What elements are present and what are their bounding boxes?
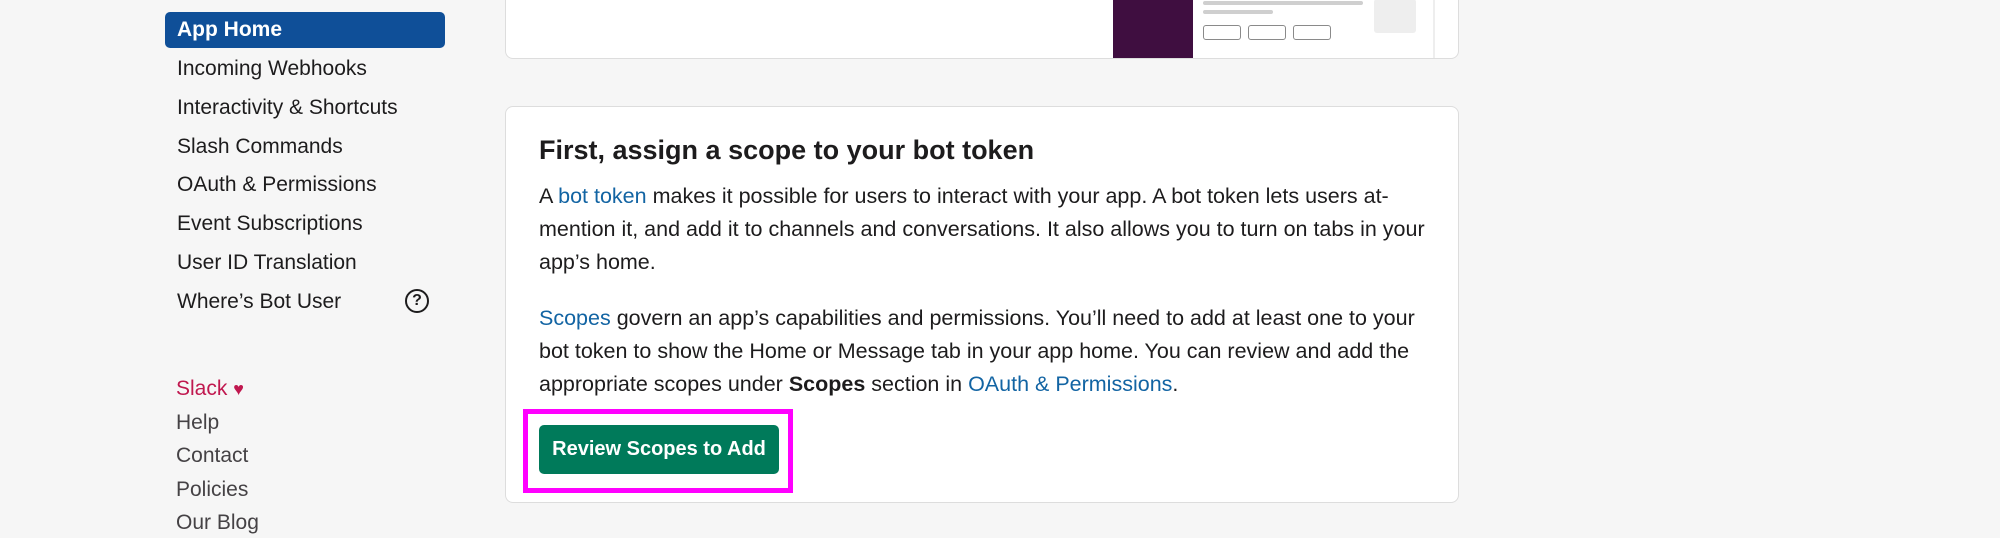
footer-link-slack[interactable]: Slack ♥: [176, 374, 244, 404]
scopes-description: Scopes govern an app’s capabilities and …: [539, 302, 1429, 401]
review-scopes-button[interactable]: Review Scopes to Add: [539, 425, 779, 474]
sidebar-item-user-id-translation[interactable]: User ID Translation: [165, 245, 445, 281]
preview-button: [1248, 25, 1286, 40]
heart-icon: ♥: [233, 379, 244, 399]
bot-token-link[interactable]: bot token: [558, 184, 646, 208]
footer-link-our-blog[interactable]: Our Blog: [176, 508, 259, 538]
sidebar-item-label: Incoming Webhooks: [177, 57, 367, 80]
sidebar-item-slash-commands[interactable]: Slash Commands: [165, 129, 445, 165]
sidebar-item-oauth-permissions[interactable]: OAuth & Permissions: [165, 167, 445, 203]
scopes-bold: Scopes: [788, 372, 866, 396]
sidebar-item-wheres-bot-user[interactable]: Where’s Bot User ?: [165, 284, 445, 320]
sidebar-item-label: Slash Commands: [177, 135, 343, 158]
sidebar-item-label: OAuth & Permissions: [177, 173, 377, 196]
footer-link-policies[interactable]: Policies: [176, 475, 248, 505]
oauth-permissions-link[interactable]: OAuth & Permissions: [968, 372, 1172, 396]
sidebar-item-label: Event Subscriptions: [177, 212, 363, 235]
footer-link-contact[interactable]: Contact: [176, 441, 248, 471]
text: makes it possible for users to interact …: [539, 184, 1425, 274]
text: section in: [865, 372, 969, 396]
footer-link-label: Slack: [176, 377, 228, 400]
preview-placeholder: [1374, 0, 1416, 33]
preview-line: [1203, 10, 1273, 14]
sidebar-item-app-home[interactable]: App Home: [165, 12, 445, 48]
bot-token-scope-card: First, assign a scope to your bot token …: [505, 106, 1459, 503]
app-home-preview-card: [505, 0, 1459, 59]
question-circle-icon[interactable]: ?: [405, 289, 429, 313]
sidebar-item-incoming-webhooks[interactable]: Incoming Webhooks: [165, 51, 445, 87]
sidebar-item-label: Interactivity & Shortcuts: [177, 96, 398, 119]
text: .: [1172, 372, 1179, 396]
sidebar-item-label: App Home: [177, 18, 282, 41]
sidebar-item-label: User ID Translation: [177, 251, 357, 274]
text: A: [539, 184, 559, 208]
card-title: First, assign a scope to your bot token: [539, 135, 1035, 165]
sidebar-item-interactivity-shortcuts[interactable]: Interactivity & Shortcuts: [165, 90, 445, 126]
sidebar-item-label: Where’s Bot User: [177, 290, 342, 313]
bot-token-description: A bot token makes it possible for users …: [539, 180, 1429, 279]
scopes-link[interactable]: Scopes: [539, 306, 611, 330]
preview-button: [1293, 25, 1331, 40]
preview-line: [1203, 1, 1363, 5]
preview-button: [1203, 25, 1241, 40]
sidebar-item-event-subscriptions[interactable]: Event Subscriptions: [165, 206, 445, 242]
preview-sidebar: [1113, 0, 1193, 58]
footer-link-help[interactable]: Help: [176, 408, 219, 438]
